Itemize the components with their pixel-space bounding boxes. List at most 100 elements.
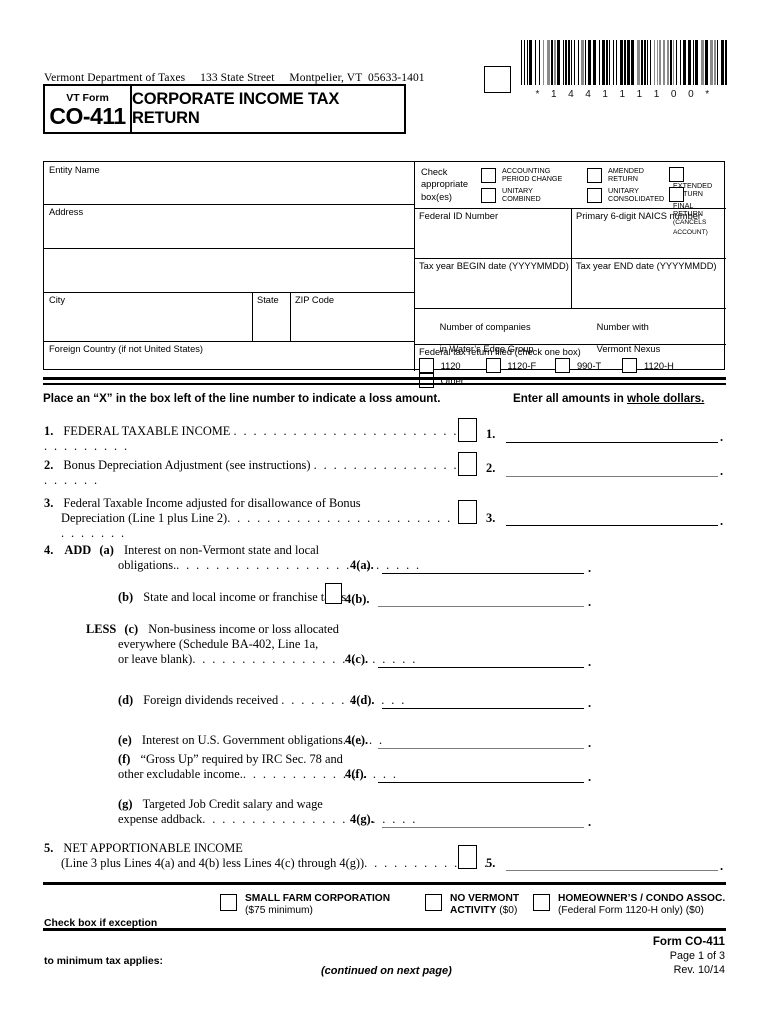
line-4c-text-3: or leave blank). . . . . . . . . . . . .… — [118, 652, 417, 667]
line-2-loss-checkbox[interactable] — [458, 452, 477, 476]
exception-rule-top — [43, 882, 726, 885]
state-input[interactable] — [254, 305, 288, 339]
option-1120h-checkbox[interactable] — [622, 358, 638, 373]
option-1120f-label: 1120-F — [507, 360, 537, 371]
line-4c-amount-input[interactable] — [378, 667, 584, 668]
footer-right-block: Form CO-411 Page 1 of 3 Rev. 10/14 — [653, 935, 725, 977]
line-1-loss-checkbox[interactable] — [458, 418, 477, 442]
entity-information-grid: Entity Name Address City State ZIP Code … — [43, 161, 726, 388]
unitary-consolidated-checkbox[interactable] — [587, 187, 602, 203]
line-4e-alpha: (e) — [118, 733, 132, 747]
grid-divider-state-zip — [290, 292, 292, 341]
checkbox-unitary-consolidated[interactable]: UNITARY CONSOLIDATED — [587, 186, 664, 203]
unitary-combined-label-2: COMBINED — [502, 194, 541, 204]
line-4f-amount-input[interactable] — [378, 782, 584, 783]
final-return-checkbox[interactable] — [669, 187, 684, 202]
option-990t-checkbox[interactable] — [555, 358, 571, 373]
small-farm-checkbox[interactable] — [220, 894, 237, 911]
federal-return-option-1120h[interactable]: 1120-H — [622, 358, 674, 373]
line-5-period: . — [720, 859, 724, 873]
checkbox-accounting-period-change[interactable]: ACCOUNTING PERIOD CHANGE — [481, 166, 563, 184]
section-rule-top-a — [43, 377, 726, 380]
line-4e-description: Interest on U.S. Government obligations. — [141, 733, 346, 747]
option-1120f-checkbox[interactable] — [485, 358, 501, 373]
form-title: CORPORATE INCOME TAX RETURN — [132, 90, 340, 127]
federal-return-option-1120f[interactable]: 1120-F — [485, 358, 537, 373]
line-1-text: 1. FEDERAL TAXABLE INCOME . . . . . . . … — [44, 424, 464, 454]
line-2-amount-input[interactable] — [506, 476, 718, 477]
line-1-description: FEDERAL TAXABLE INCOME — [63, 424, 231, 438]
line-1-amount-input[interactable] — [506, 442, 718, 443]
address-line2-input[interactable] — [46, 250, 412, 290]
line-2-number: 2. — [44, 458, 54, 472]
checkbox-unitary-combined[interactable]: UNITARY COMBINED — [481, 186, 541, 204]
extended-return-checkbox[interactable] — [669, 167, 684, 182]
line-4g-answer-number: 4(g). — [350, 812, 374, 826]
federal-return-option-other[interactable]: Other — [419, 373, 464, 388]
line-4d-amount-input[interactable] — [382, 708, 584, 709]
line-4a-description-2: obligations. — [118, 558, 177, 572]
line-4b-text: (b) State and local income or franchise … — [118, 590, 346, 605]
no-vermont-activity-label-2: ACTIVITY — [450, 905, 497, 917]
entity-name-input[interactable] — [46, 175, 412, 202]
tax-year-end-input[interactable] — [573, 270, 723, 305]
option-1120h-label: 1120-H — [644, 360, 674, 371]
line-4g-amount-input[interactable] — [382, 827, 584, 828]
address-input[interactable] — [46, 217, 412, 246]
homeowners-condo-checkbox[interactable] — [533, 894, 550, 911]
line-4b-amount-input[interactable] — [378, 606, 584, 607]
line-4-less-label: LESS — [86, 622, 117, 636]
unitary-combined-checkbox[interactable] — [481, 187, 496, 203]
line-4e-amount-input[interactable] — [378, 748, 584, 749]
federal-return-option-990t[interactable]: 990-T — [555, 358, 601, 373]
line-4b-alpha: (b) — [118, 590, 134, 604]
line-2-description: Bonus Depreciation Adjustment (see instr… — [63, 458, 311, 472]
line-4a-description-1: Interest on non-Vermont state and local — [123, 543, 320, 557]
foreign-country-input[interactable] — [46, 354, 412, 369]
exception-prompt-line2: to minimum tax applies: — [44, 955, 163, 967]
form-number-cell: VT Form CO-411 — [45, 86, 132, 132]
footer-continued-note: (continued on next page) — [321, 965, 452, 977]
line-4g-description-2: expense addback — [118, 812, 203, 826]
option-1120-checkbox[interactable] — [419, 358, 434, 373]
line-5-answer-number: 5. — [486, 856, 496, 870]
line-4f-description-2: other excludable income. — [118, 767, 243, 781]
zip-input[interactable] — [292, 305, 412, 339]
homeowners-condo-sublabel: (Federal Form 1120-H only) ($0) — [558, 905, 704, 917]
line-4g-description-1: Targeted Job Credit salary and wage — [142, 797, 323, 811]
line-4c-description-3: or leave blank) — [118, 652, 193, 666]
line-5-description-2: (Line 3 plus Lines 4(a) and 4(b) less Li… — [61, 856, 365, 870]
federal-return-option-1120[interactable]: 1120 — [419, 358, 461, 373]
line-4a-period: . — [588, 561, 592, 575]
line-2-text: 2. Bonus Depreciation Adjustment (see in… — [44, 458, 464, 488]
tax-year-begin-input[interactable] — [416, 270, 568, 305]
line-4d-alpha: (d) — [118, 693, 134, 707]
no-vermont-activity-checkbox[interactable] — [425, 894, 442, 911]
accounting-period-change-checkbox[interactable] — [481, 167, 496, 183]
line-4e-answer-number: 4(e). — [345, 733, 369, 747]
line-4g-period: . — [588, 815, 592, 829]
line-5-loss-checkbox[interactable] — [458, 845, 477, 869]
accounting-period-change-label-2: PERIOD CHANGE — [502, 174, 563, 184]
line-4a-alpha: (a) — [99, 543, 114, 557]
federal-id-input[interactable] — [416, 220, 568, 255]
line-5-description-1: NET APPORTIONABLE INCOME — [63, 841, 243, 855]
line-5-amount-input[interactable] — [506, 870, 718, 871]
line-4e-period: . — [588, 736, 592, 750]
city-input[interactable] — [46, 305, 250, 339]
line-4b-description: State and local income or franchise taxe… — [143, 590, 347, 604]
checkbox-amended-return[interactable]: AMENDED RETURN — [587, 166, 644, 183]
line-3-loss-checkbox[interactable] — [458, 500, 477, 524]
line-2-answer-number: 2. — [486, 461, 496, 475]
line-3-amount-input[interactable] — [506, 525, 718, 526]
naics-input[interactable] — [573, 220, 723, 255]
amended-return-checkbox[interactable] — [587, 167, 602, 183]
number-with-nexus-input[interactable] — [573, 327, 723, 342]
line-4c-text-2: everywhere (Schedule BA-402, Line 1a, — [118, 637, 319, 651]
option-other-checkbox[interactable] — [419, 373, 434, 388]
small-farm-sublabel: ($75 minimum) — [245, 905, 313, 917]
line-4a-amount-input[interactable] — [382, 573, 584, 574]
line-4b-loss-checkbox[interactable] — [325, 583, 342, 604]
line-1-period: . — [720, 430, 724, 444]
number-of-companies-input[interactable] — [416, 327, 568, 342]
